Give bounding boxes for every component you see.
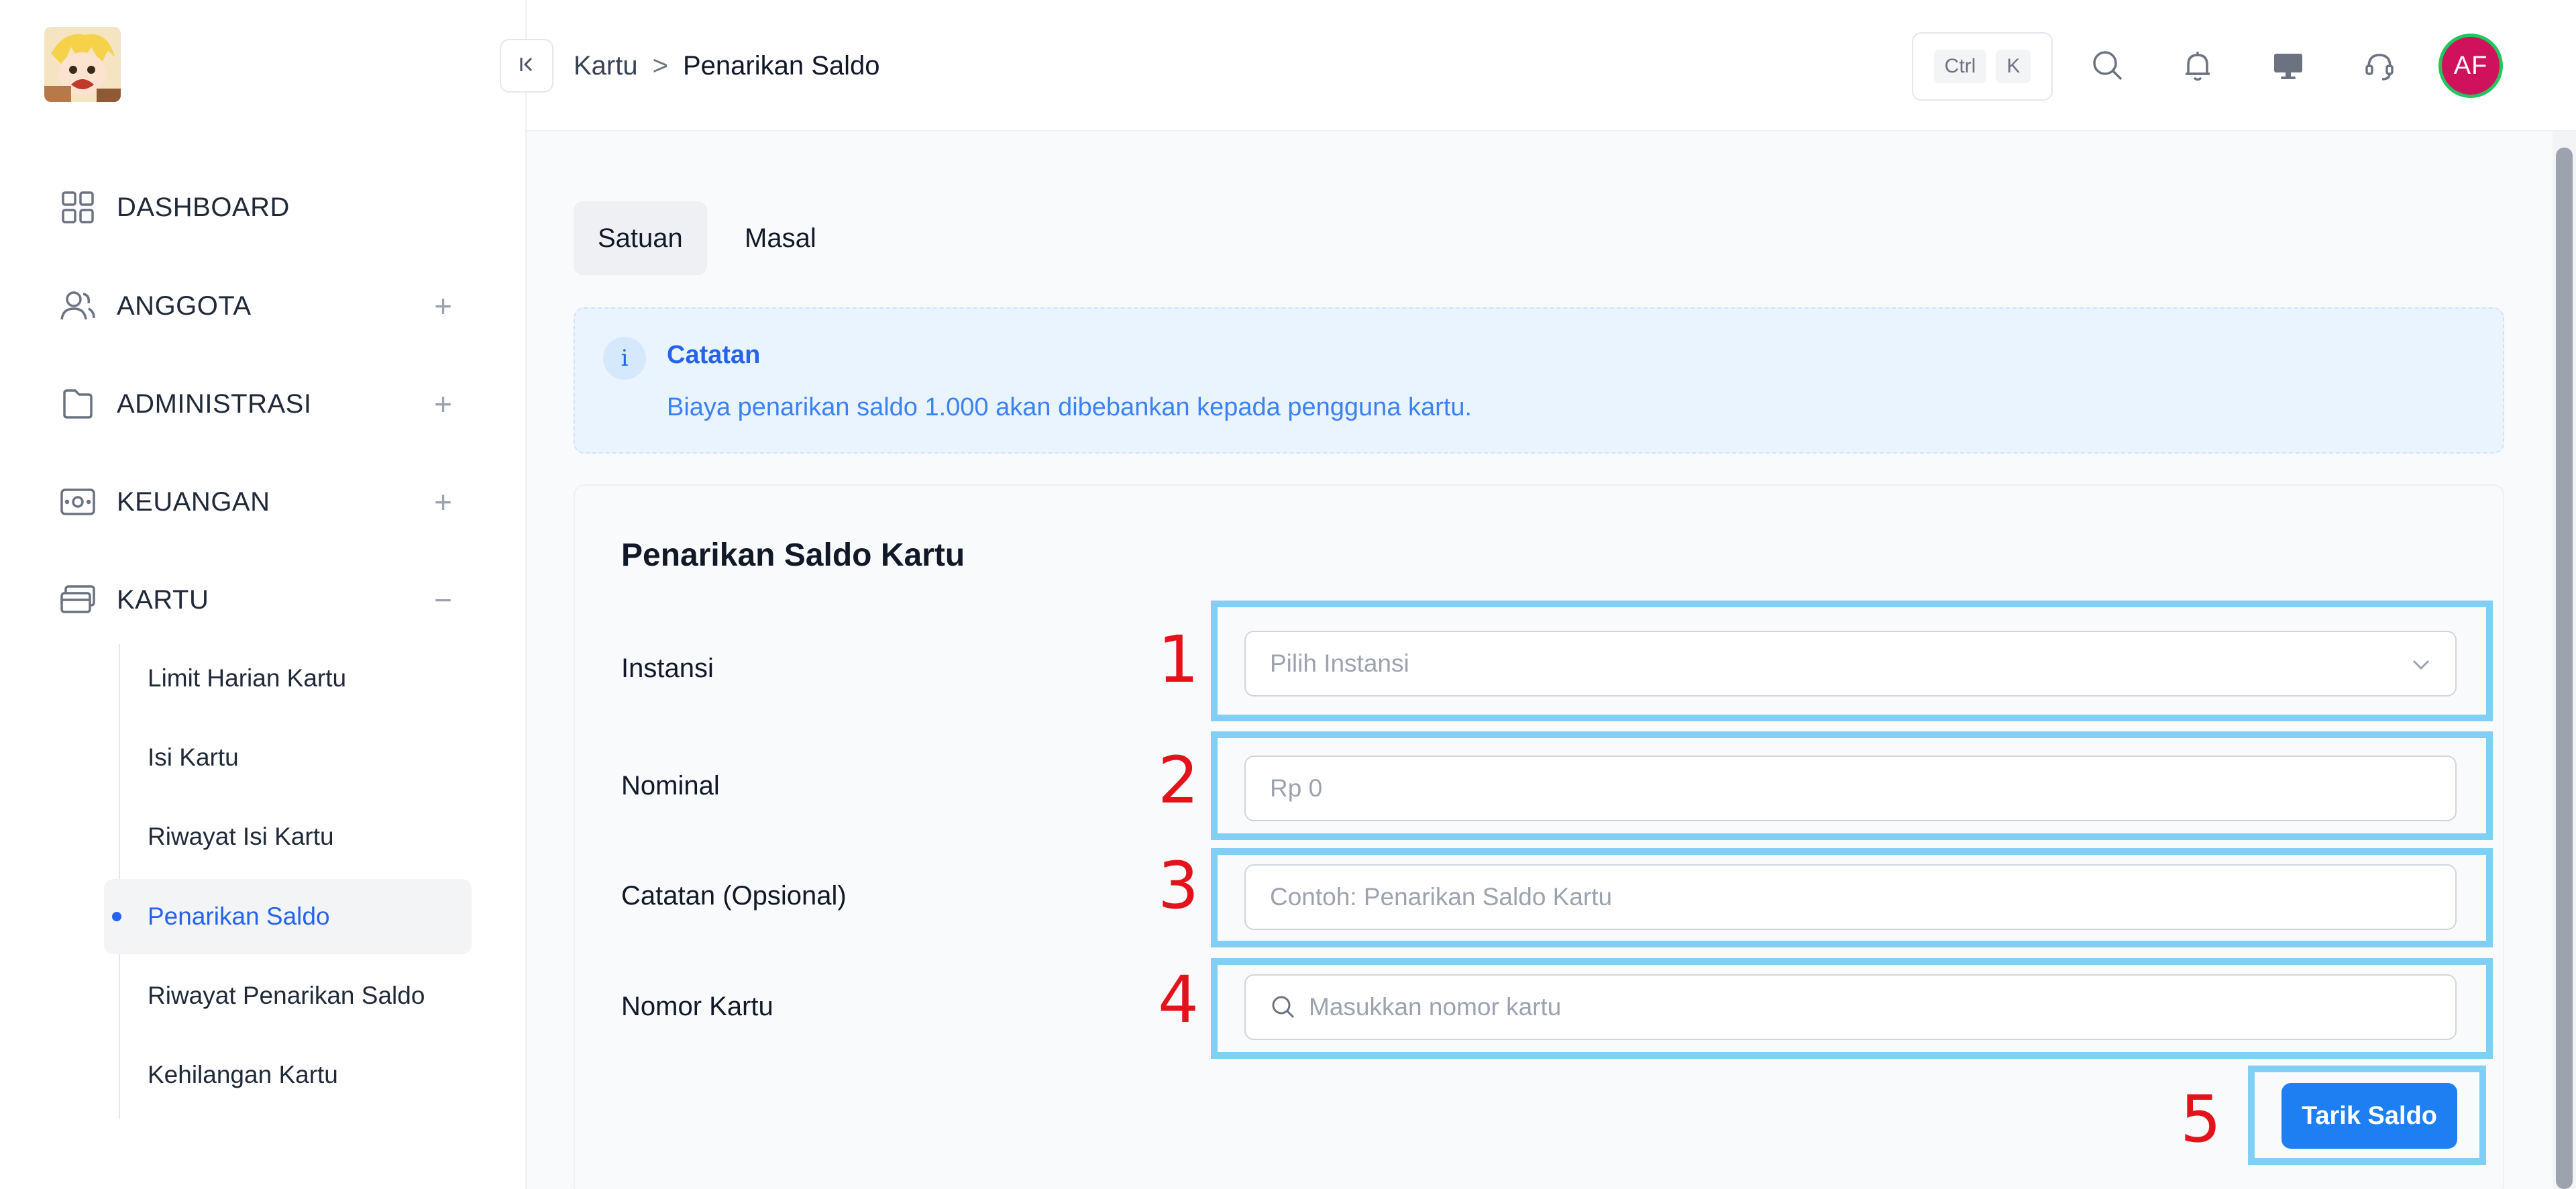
submenu-item-riwayat-isi-kartu[interactable]: Riwayat Isi Kartu	[104, 799, 472, 874]
submenu-item-riwayat-penarikan-saldo[interactable]: Riwayat Penarikan Saldo	[104, 958, 472, 1033]
alert-title: Catatan	[667, 341, 761, 369]
sidebar-item-administrasi[interactable]: ADMINISTRASI +	[58, 374, 467, 434]
sidebar-item-kartu[interactable]: KARTU −	[58, 570, 467, 630]
sidebar-item-label: ANGGOTA	[117, 291, 252, 321]
nomor-kartu-search-input[interactable]: Masukkan nomor kartu	[1244, 974, 2457, 1040]
card-icon	[58, 580, 98, 620]
expand-icon[interactable]: +	[434, 291, 452, 321]
nominal-input-placeholder: Rp 0	[1270, 774, 1323, 802]
app-window: DASHBOARD ANGGOTA + ADMINISTRASI + KEUAN…	[0, 0, 2576, 1189]
kbd-k: K	[1996, 50, 2031, 83]
instansi-select[interactable]: Pilih Instansi	[1244, 631, 2457, 696]
expand-icon[interactable]: +	[434, 389, 452, 419]
money-icon	[58, 482, 98, 522]
chevron-down-icon	[2411, 650, 2431, 678]
submenu-item-penarikan-saldo[interactable]: Penarikan Saldo	[104, 879, 472, 954]
sidebar-item-anggota[interactable]: ANGGOTA +	[58, 276, 467, 336]
support-headset-icon[interactable]	[2355, 42, 2404, 90]
search-icon	[1270, 994, 1297, 1021]
annotation-number-1: 1	[1158, 622, 1199, 697]
sidebar-item-label: DASHBOARD	[117, 192, 290, 222]
sidebar-collapse-button[interactable]	[500, 39, 553, 93]
search-icon[interactable]	[2084, 42, 2132, 90]
command-palette-shortcut[interactable]: Ctrl K	[1912, 32, 2053, 101]
sidebar-item-keuangan[interactable]: KEUANGAN +	[58, 472, 467, 532]
info-icon: i	[603, 337, 646, 380]
alert-message: Biaya penarikan saldo 1.000 akan dibeban…	[667, 393, 1472, 421]
catatan-input-placeholder: Contoh: Penarikan Saldo Kartu	[1270, 883, 1613, 911]
form-title: Penarikan Saldo Kartu	[621, 537, 965, 573]
sidebar-item-label: ADMINISTRASI	[117, 389, 312, 419]
nomor-kartu-label: Nomor Kartu	[621, 992, 773, 1021]
expand-icon[interactable]: +	[434, 486, 452, 517]
sidebar-item-label: KARTU	[117, 584, 209, 615]
bell-icon[interactable]	[2174, 42, 2222, 90]
collapse-icon[interactable]: −	[434, 584, 452, 615]
sidebar-item-dashboard[interactable]: DASHBOARD	[58, 177, 467, 238]
collapse-left-icon	[515, 53, 538, 79]
tab-masal[interactable]: Masal	[720, 201, 841, 275]
catatan-input[interactable]: Contoh: Penarikan Saldo Kartu	[1244, 864, 2457, 930]
scrollbar-thumb[interactable]	[2556, 148, 2573, 1189]
info-alert: i Catatan Biaya penarikan saldo 1.000 ak…	[574, 307, 2504, 454]
users-icon	[58, 286, 98, 326]
submenu-item-limit-harian-kartu[interactable]: Limit Harian Kartu	[104, 641, 472, 716]
sidebar: DASHBOARD ANGGOTA + ADMINISTRASI + KEUAN…	[0, 0, 527, 1189]
grid-icon	[58, 187, 98, 227]
folder-icon	[58, 384, 98, 424]
breadcrumb: Kartu > Penarikan Saldo	[574, 47, 880, 85]
instansi-label: Instansi	[621, 654, 714, 683]
user-avatar[interactable]: AF	[2438, 34, 2503, 98]
annotation-number-2: 2	[1158, 743, 1199, 818]
app-logo[interactable]	[44, 27, 121, 102]
catatan-label: Catatan (Opsional)	[621, 881, 847, 911]
sidebar-item-label: KEUANGAN	[117, 486, 270, 517]
tarik-saldo-button[interactable]: Tarik Saldo	[2282, 1083, 2457, 1149]
nominal-label: Nominal	[621, 771, 720, 800]
tab-satuan[interactable]: Satuan	[574, 201, 707, 275]
breadcrumb-separator: >	[652, 50, 668, 81]
monitor-icon[interactable]	[2264, 42, 2312, 90]
kbd-ctrl: Ctrl	[1933, 50, 1987, 83]
instansi-select-placeholder: Pilih Instansi	[1270, 650, 1409, 677]
annotation-number-4: 4	[1158, 962, 1199, 1037]
submenu-item-isi-kartu[interactable]: Isi Kartu	[104, 720, 472, 795]
nomor-kartu-placeholder: Masukkan nomor kartu	[1309, 993, 1562, 1021]
annotation-number-3: 3	[1158, 848, 1199, 923]
submenu-item-kehilangan-kartu[interactable]: Kehilangan Kartu	[104, 1037, 472, 1113]
annotation-number-5: 5	[2180, 1082, 2222, 1157]
nominal-input[interactable]: Rp 0	[1244, 756, 2457, 821]
breadcrumb-current: Penarikan Saldo	[682, 50, 880, 81]
breadcrumb-parent-link[interactable]: Kartu	[574, 51, 638, 81]
